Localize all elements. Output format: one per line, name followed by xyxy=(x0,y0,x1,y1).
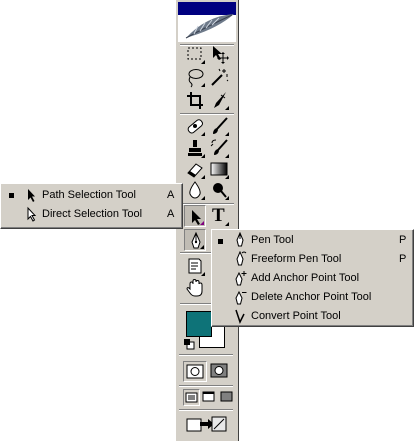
lasso-tool[interactable] xyxy=(184,66,206,88)
magic-wand-icon xyxy=(211,68,229,86)
flyout-indicator xyxy=(201,132,205,136)
flyout-indicator xyxy=(201,60,205,64)
checked-indicator xyxy=(218,239,223,244)
hand-tool[interactable] xyxy=(184,277,206,299)
menu-item-label: Freeform Pen Tool xyxy=(251,253,342,265)
pen-flyout-menu: Pen Tool P Freeform Pen Tool P Add Ancho… xyxy=(211,229,414,327)
rect-marquee-tool[interactable] xyxy=(184,43,206,65)
gradient-tool[interactable] xyxy=(208,158,230,180)
standard-mode-button[interactable] xyxy=(183,361,207,382)
quick-mask-icon xyxy=(210,363,228,378)
menu-item-label: Direct Selection Tool xyxy=(42,208,143,220)
path-selection-tool[interactable] xyxy=(184,205,206,227)
menu-item-shortcut: A xyxy=(167,189,175,201)
menu-item-direct-selection[interactable]: Direct Selection Tool A xyxy=(1,205,182,224)
path-selection-flyout-menu: Path Selection Tool A Direct Selection T… xyxy=(0,183,183,229)
hand-icon xyxy=(186,278,203,297)
default-colors-icon[interactable] xyxy=(183,338,195,350)
jump-to-imageready-button[interactable] xyxy=(184,413,230,435)
foreground-color-swatch[interactable] xyxy=(186,311,212,337)
menu-item-label: Pen Tool xyxy=(251,234,294,246)
flyout-indicator xyxy=(225,222,229,226)
move-icon xyxy=(213,46,229,64)
path-selection-icon xyxy=(28,189,35,202)
eraser-tool[interactable] xyxy=(184,158,206,180)
full-screen-menu-mode-button[interactable] xyxy=(201,389,218,406)
flyout-indicator xyxy=(201,272,205,276)
menu-item-shortcut: P xyxy=(399,253,407,265)
toolbox-header[interactable] xyxy=(178,2,236,42)
type-tool[interactable]: T xyxy=(208,205,230,227)
move-tool[interactable] xyxy=(208,43,230,65)
full-screen-icon xyxy=(220,391,233,402)
type-icon: T xyxy=(212,205,225,226)
separator xyxy=(179,385,233,387)
menu-item-path-selection[interactable]: Path Selection Tool A xyxy=(1,186,182,205)
flyout-indicator xyxy=(201,83,205,87)
menu-item-label: Delete Anchor Point Tool xyxy=(251,291,372,303)
slice-tool[interactable] xyxy=(208,89,230,111)
menu-item-add-anchor-point[interactable]: Add Anchor Point Tool xyxy=(212,269,413,288)
feather-logo-icon xyxy=(185,14,234,39)
separator xyxy=(179,409,233,411)
menu-item-label: Convert Point Tool xyxy=(251,310,341,322)
jump-to-imageready-icon xyxy=(186,416,227,432)
menu-item-freeform-pen[interactable]: Freeform Pen Tool P xyxy=(212,250,413,269)
flyout-indicator xyxy=(200,221,204,225)
full-screen-mode-button[interactable] xyxy=(219,389,236,406)
healing-brush-tool[interactable] xyxy=(184,115,206,137)
brush-tool[interactable] xyxy=(208,115,230,137)
magic-wand-tool[interactable] xyxy=(208,66,230,88)
crop-tool[interactable] xyxy=(184,89,206,111)
menu-item-convert-point[interactable]: Convert Point Tool xyxy=(212,307,413,326)
blur-tool[interactable] xyxy=(184,179,206,201)
direct-selection-icon xyxy=(27,206,37,222)
menu-item-shortcut: A xyxy=(167,208,175,220)
separator xyxy=(179,354,233,356)
convert-point-icon xyxy=(235,309,245,324)
crop-icon xyxy=(187,92,203,109)
standard-mode-icon xyxy=(186,364,204,379)
menu-item-delete-anchor-point[interactable]: Delete Anchor Point Tool xyxy=(212,288,413,307)
add-anchor-point-icon xyxy=(235,271,247,286)
flyout-indicator xyxy=(225,196,229,200)
quick-mask-button[interactable] xyxy=(208,361,232,382)
menu-item-label: Add Anchor Point Tool xyxy=(251,272,360,284)
menu-item-pen[interactable]: Pen Tool P xyxy=(212,231,413,250)
pen-tool[interactable] xyxy=(184,229,206,251)
menu-item-shortcut: P xyxy=(399,234,407,246)
flyout-indicator xyxy=(225,132,229,136)
notes-tool[interactable] xyxy=(184,255,206,277)
full-screen-menu-icon xyxy=(202,391,215,402)
flyout-indicator xyxy=(225,106,229,110)
history-brush-tool[interactable] xyxy=(208,137,230,159)
dodge-tool[interactable] xyxy=(208,179,230,201)
clone-stamp-tool[interactable] xyxy=(184,137,206,159)
menu-item-label: Path Selection Tool xyxy=(42,189,136,201)
freeform-pen-icon xyxy=(236,251,247,266)
checked-indicator xyxy=(9,193,14,198)
standard-screen-icon xyxy=(185,392,198,403)
delete-anchor-point-icon xyxy=(235,290,247,305)
standard-screen-mode-button[interactable] xyxy=(183,389,200,406)
pen-icon xyxy=(236,232,244,247)
flyout-indicator xyxy=(201,196,205,200)
flyout-indicator xyxy=(200,245,204,249)
